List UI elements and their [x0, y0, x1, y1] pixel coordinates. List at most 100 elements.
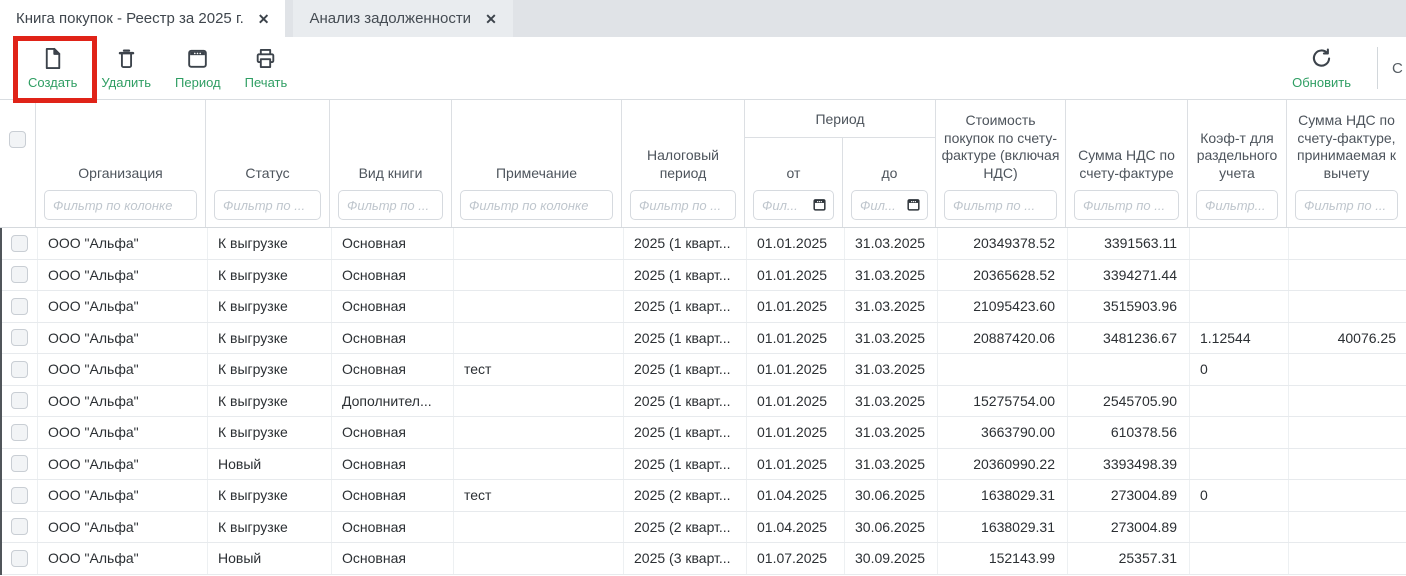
column-group-period: Период от	[745, 100, 936, 227]
filter-status[interactable]	[214, 190, 321, 220]
close-icon[interactable]: ✕	[485, 12, 497, 26]
column-note: Примечание	[452, 100, 622, 227]
table-row[interactable]: ООО "Альфа" К выгрузке Дополнител... 202…	[2, 386, 1406, 418]
cell-coef	[1190, 291, 1289, 322]
cell-vat: 25357.31	[1068, 543, 1190, 574]
cell-note	[454, 543, 624, 574]
cell-vat-deductible	[1289, 543, 1406, 574]
row-checkbox[interactable]	[11, 266, 28, 283]
calendar-icon[interactable]	[812, 197, 827, 217]
tab-purchase-book[interactable]: Книга покупок - Реестр за 2025 г. ✕	[0, 0, 285, 37]
row-checkbox[interactable]	[11, 235, 28, 252]
refresh-icon	[1309, 46, 1334, 71]
row-checkbox-cell	[2, 512, 38, 543]
cell-status: К выгрузке	[208, 291, 332, 322]
table-row[interactable]: ООО "Альфа" К выгрузке Основная 2025 (1 …	[2, 323, 1406, 355]
cell-status: К выгрузке	[208, 228, 332, 259]
filter-cost[interactable]	[944, 190, 1057, 220]
cell-book-type: Основная	[332, 480, 454, 511]
cell-date-to: 31.03.2025	[845, 323, 938, 354]
period-button[interactable]: Период	[163, 42, 233, 94]
cell-tax-period: 2025 (2 кварт...	[624, 480, 747, 511]
filter-coef[interactable]	[1196, 190, 1278, 220]
select-all-checkbox[interactable]	[9, 131, 26, 148]
cell-tax-period: 2025 (1 кварт...	[624, 449, 747, 480]
refresh-button[interactable]: Обновить	[1280, 42, 1363, 94]
table-row[interactable]: ООО "Альфа" Новый Основная 2025 (1 кварт…	[2, 449, 1406, 481]
row-checkbox-cell	[2, 386, 38, 417]
table-row[interactable]: ООО "Альфа" К выгрузке Основная 2025 (1 …	[2, 417, 1406, 449]
row-checkbox-cell	[2, 260, 38, 291]
cell-vat: 3393498.39	[1068, 449, 1190, 480]
row-checkbox[interactable]	[11, 329, 28, 346]
cell-vat-deductible	[1289, 386, 1406, 417]
close-icon[interactable]: ✕	[258, 12, 270, 26]
column-period-to: до	[843, 138, 936, 227]
cell-status: Новый	[208, 449, 332, 480]
delete-button[interactable]: Удалить	[89, 42, 163, 94]
filter-book-type[interactable]	[338, 190, 443, 220]
column-organization: Организация	[36, 100, 206, 227]
tab-label: Анализ задолженности	[309, 10, 471, 27]
table-row[interactable]: ООО "Альфа" К выгрузке Основная тест 202…	[2, 354, 1406, 386]
filter-vat[interactable]	[1074, 190, 1179, 220]
cell-book-type: Основная	[332, 354, 454, 385]
period-button-label: Период	[175, 75, 221, 90]
cell-organization: ООО "Альфа"	[38, 417, 208, 448]
table-row[interactable]: ООО "Альфа" К выгрузке Основная тест 202…	[2, 480, 1406, 512]
table-row[interactable]: ООО "Альфа" К выгрузке Основная 2025 (1 …	[2, 291, 1406, 323]
row-checkbox[interactable]	[11, 518, 28, 535]
cell-book-type: Основная	[332, 291, 454, 322]
row-checkbox[interactable]	[11, 455, 28, 472]
filter-vat-deductible[interactable]	[1295, 190, 1398, 220]
cell-book-type: Основная	[332, 260, 454, 291]
row-checkbox[interactable]	[11, 487, 28, 504]
row-checkbox-cell	[2, 323, 38, 354]
row-checkbox[interactable]	[11, 392, 28, 409]
column-label: Коэф-т для раздельного учета	[1192, 130, 1282, 183]
cell-organization: ООО "Альфа"	[38, 260, 208, 291]
cell-organization: ООО "Альфа"	[38, 354, 208, 385]
cell-coef	[1190, 449, 1289, 480]
document-new-icon	[40, 46, 65, 71]
column-vat-deductible: Сумма НДС по счету-фактуре, принимаемая …	[1287, 100, 1406, 227]
cell-vat: 3391563.11	[1068, 228, 1190, 259]
table-row[interactable]: ООО "Альфа" К выгрузке Основная 2025 (1 …	[2, 228, 1406, 260]
cell-note	[454, 323, 624, 354]
cell-tax-period: 2025 (1 кварт...	[624, 386, 747, 417]
table-row[interactable]: ООО "Альфа" К выгрузке Основная 2025 (1 …	[2, 260, 1406, 292]
toolbar-right: Обновить С	[1280, 42, 1406, 94]
cell-status: К выгрузке	[208, 323, 332, 354]
cell-date-to: 31.03.2025	[845, 291, 938, 322]
cell-status: К выгрузке	[208, 480, 332, 511]
filter-tax-period[interactable]	[630, 190, 736, 220]
calendar-icon	[185, 46, 210, 71]
row-checkbox[interactable]	[11, 361, 28, 378]
cell-vat: 3394271.44	[1068, 260, 1190, 291]
row-checkbox[interactable]	[11, 550, 28, 567]
trash-icon	[114, 46, 139, 71]
column-label: Организация	[40, 165, 201, 183]
print-button[interactable]: Печать	[233, 42, 300, 94]
cell-note	[454, 512, 624, 543]
tab-debt-analysis[interactable]: Анализ задолженности ✕	[293, 0, 512, 37]
row-checkbox-cell	[2, 354, 38, 385]
row-checkbox[interactable]	[11, 424, 28, 441]
cell-vat: 273004.89	[1068, 512, 1190, 543]
filter-organization[interactable]	[44, 190, 197, 220]
calendar-icon[interactable]	[906, 197, 921, 217]
create-button[interactable]: Создать	[16, 42, 89, 94]
table-row[interactable]: ООО "Альфа" Новый Основная 2025 (3 кварт…	[2, 543, 1406, 575]
truncated-right-button[interactable]: С	[1392, 60, 1406, 77]
cell-date-to: 30.06.2025	[845, 480, 938, 511]
cell-date-to: 31.03.2025	[845, 354, 938, 385]
column-label: Статус	[210, 165, 325, 183]
cell-vat-deductible	[1289, 480, 1406, 511]
cell-date-from: 01.01.2025	[747, 354, 845, 385]
cell-date-to: 30.06.2025	[845, 512, 938, 543]
row-checkbox[interactable]	[11, 298, 28, 315]
table-row[interactable]: ООО "Альфа" К выгрузке Основная 2025 (2 …	[2, 512, 1406, 544]
cell-status: К выгрузке	[208, 354, 332, 385]
filter-note[interactable]	[460, 190, 613, 220]
delete-button-label: Удалить	[101, 75, 151, 90]
